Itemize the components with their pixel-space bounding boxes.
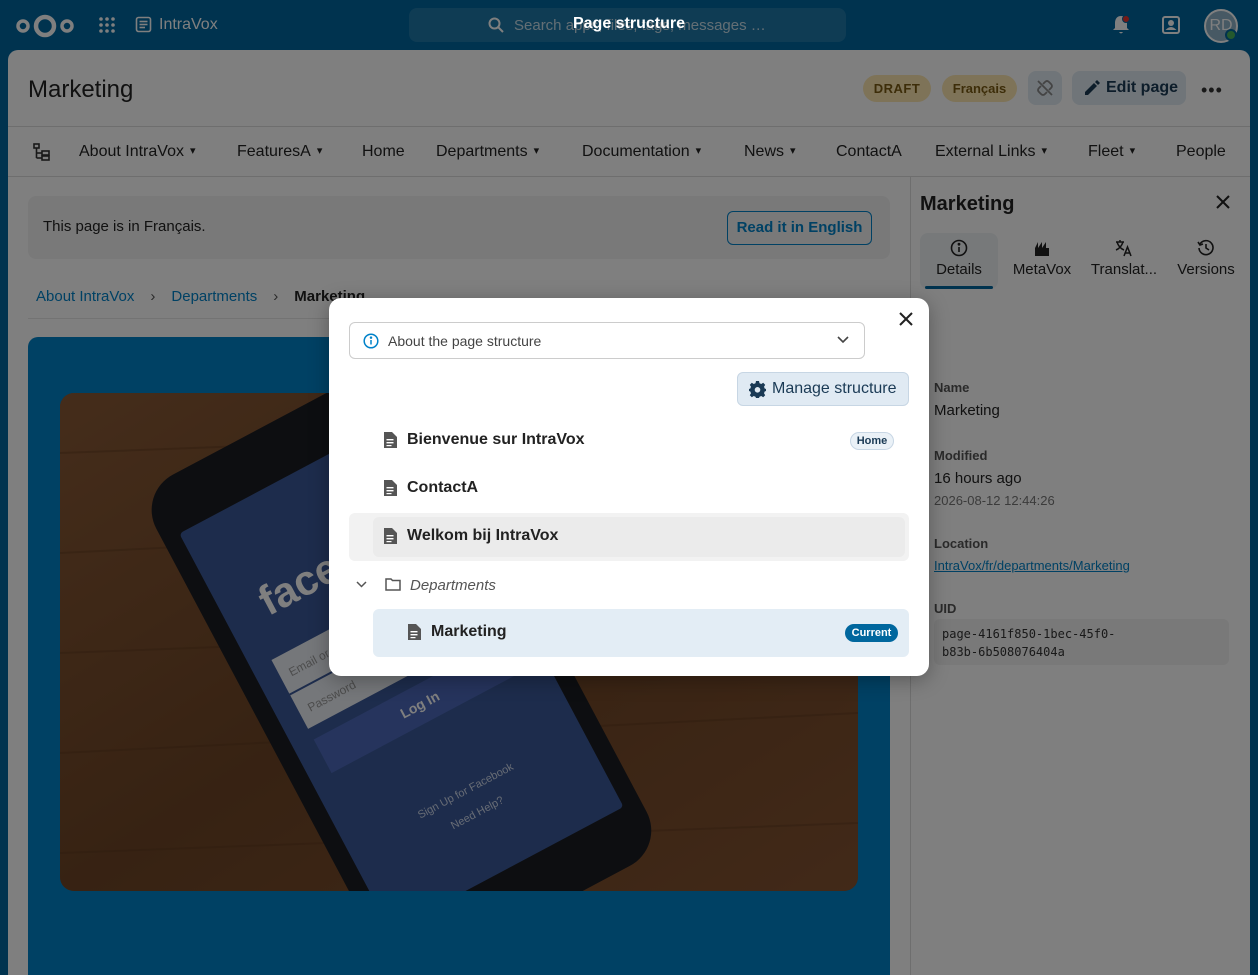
about-page-structure-toggle[interactable]: About the page structure — [349, 322, 865, 359]
chevron-down-icon[interactable] — [356, 581, 367, 588]
home-badge: Home — [850, 432, 894, 450]
structure-item-welkom[interactable]: Welkom bij IntraVox — [349, 513, 909, 561]
structure-item-contacta[interactable]: ContactA — [349, 465, 909, 513]
structure-item-marketing-current[interactable]: Marketing — [373, 609, 909, 657]
close-icon[interactable] — [899, 312, 913, 326]
structure-item-label: ContactA — [407, 479, 479, 496]
current-badge: Current — [845, 624, 898, 642]
gear-icon — [749, 381, 766, 398]
manage-structure-label: Manage structure — [772, 380, 897, 397]
document-icon — [384, 528, 397, 544]
folder-departments-label[interactable]: Departments — [410, 577, 496, 594]
document-icon — [408, 624, 421, 640]
structure-item-label: Marketing — [431, 623, 507, 640]
page-structure-dialog: About the page structure Manage structur… — [329, 298, 929, 676]
structure-item-label: Bienvenue sur IntraVox — [407, 431, 585, 448]
about-page-structure-label: About the page structure — [388, 333, 542, 349]
info-icon — [363, 333, 379, 349]
modal-title: Page structure — [572, 15, 686, 32]
document-icon — [384, 480, 397, 496]
manage-structure-button[interactable]: Manage structure — [737, 372, 909, 406]
document-icon — [384, 432, 397, 448]
structure-item-bienvenue[interactable]: Bienvenue sur IntraVox — [349, 417, 909, 465]
folder-icon — [385, 578, 401, 591]
chevron-down-icon — [837, 336, 849, 344]
structure-item-label: Welkom bij IntraVox — [407, 527, 559, 544]
